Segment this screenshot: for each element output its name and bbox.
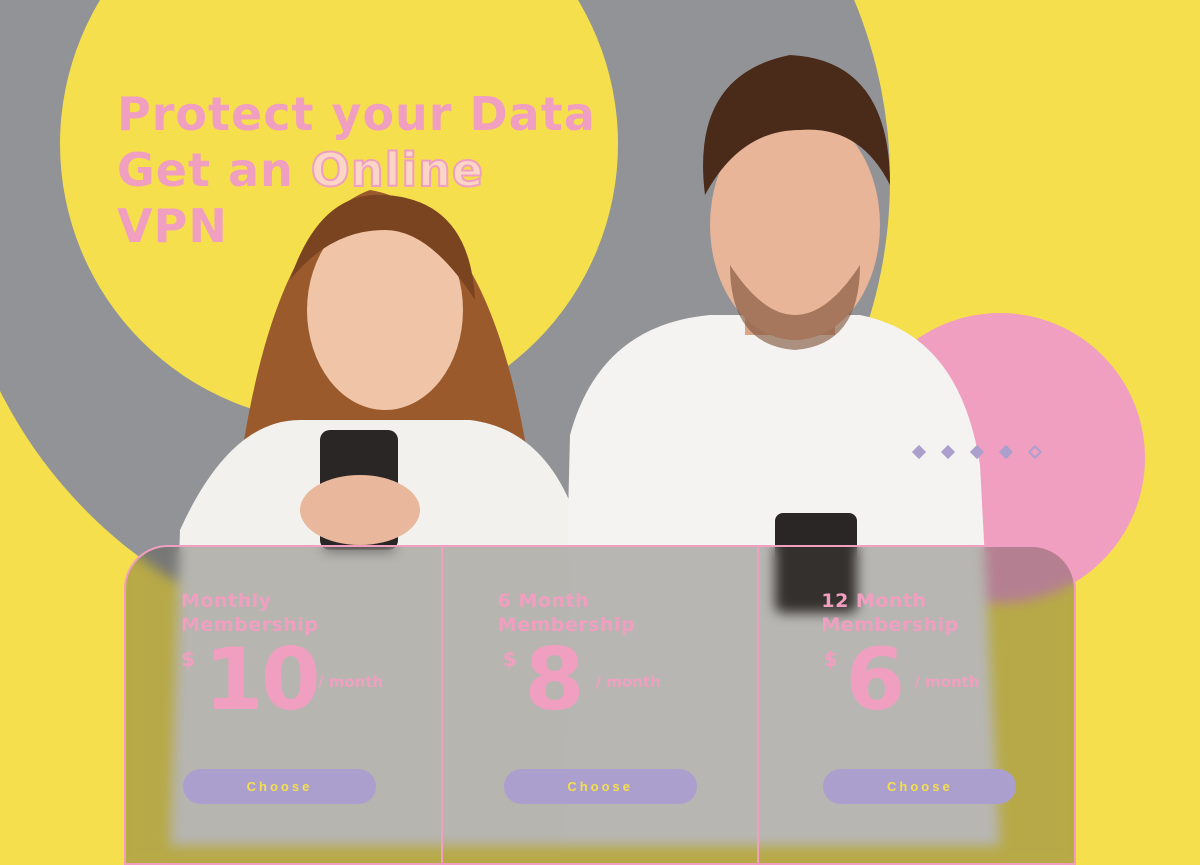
price-amount: 10 — [204, 630, 321, 730]
plan-title-line1: Monthly — [181, 590, 272, 612]
pricing-cards: Monthly Membership $ 10 / month Choose 6 … — [124, 545, 1076, 865]
carousel-dot-outline[interactable] — [1027, 444, 1043, 460]
plan-card-12-month: 12 Month Membership $ 6 / month Choose — [759, 547, 1074, 863]
plan-card-6-month: 6 Month Membership $ 8 / month Choose — [443, 547, 760, 863]
plan-title-line1: 12 Month — [821, 590, 927, 612]
choose-button[interactable]: Choose — [183, 769, 376, 804]
carousel-dot[interactable] — [969, 444, 985, 460]
plan-title-line1: 6 Month — [497, 590, 590, 612]
price-period: / month — [914, 673, 980, 691]
price-amount: 6 — [845, 630, 905, 730]
price-period: / month — [318, 673, 384, 691]
carousel-indicators — [911, 444, 1043, 460]
currency-symbol: $ — [823, 647, 838, 671]
price-amount: 8 — [524, 630, 585, 730]
currency-symbol: $ — [181, 647, 195, 671]
headline-line1: Protect your Data — [117, 87, 596, 141]
currency-symbol: $ — [502, 647, 517, 671]
price-period: / month — [595, 673, 661, 691]
carousel-dot[interactable] — [940, 444, 956, 460]
choose-button[interactable]: Choose — [823, 769, 1017, 804]
plan-card-monthly: Monthly Membership $ 10 / month Choose — [126, 547, 443, 863]
carousel-dot[interactable] — [911, 444, 927, 460]
choose-button[interactable]: Choose — [503, 769, 697, 804]
carousel-dot[interactable] — [998, 444, 1014, 460]
